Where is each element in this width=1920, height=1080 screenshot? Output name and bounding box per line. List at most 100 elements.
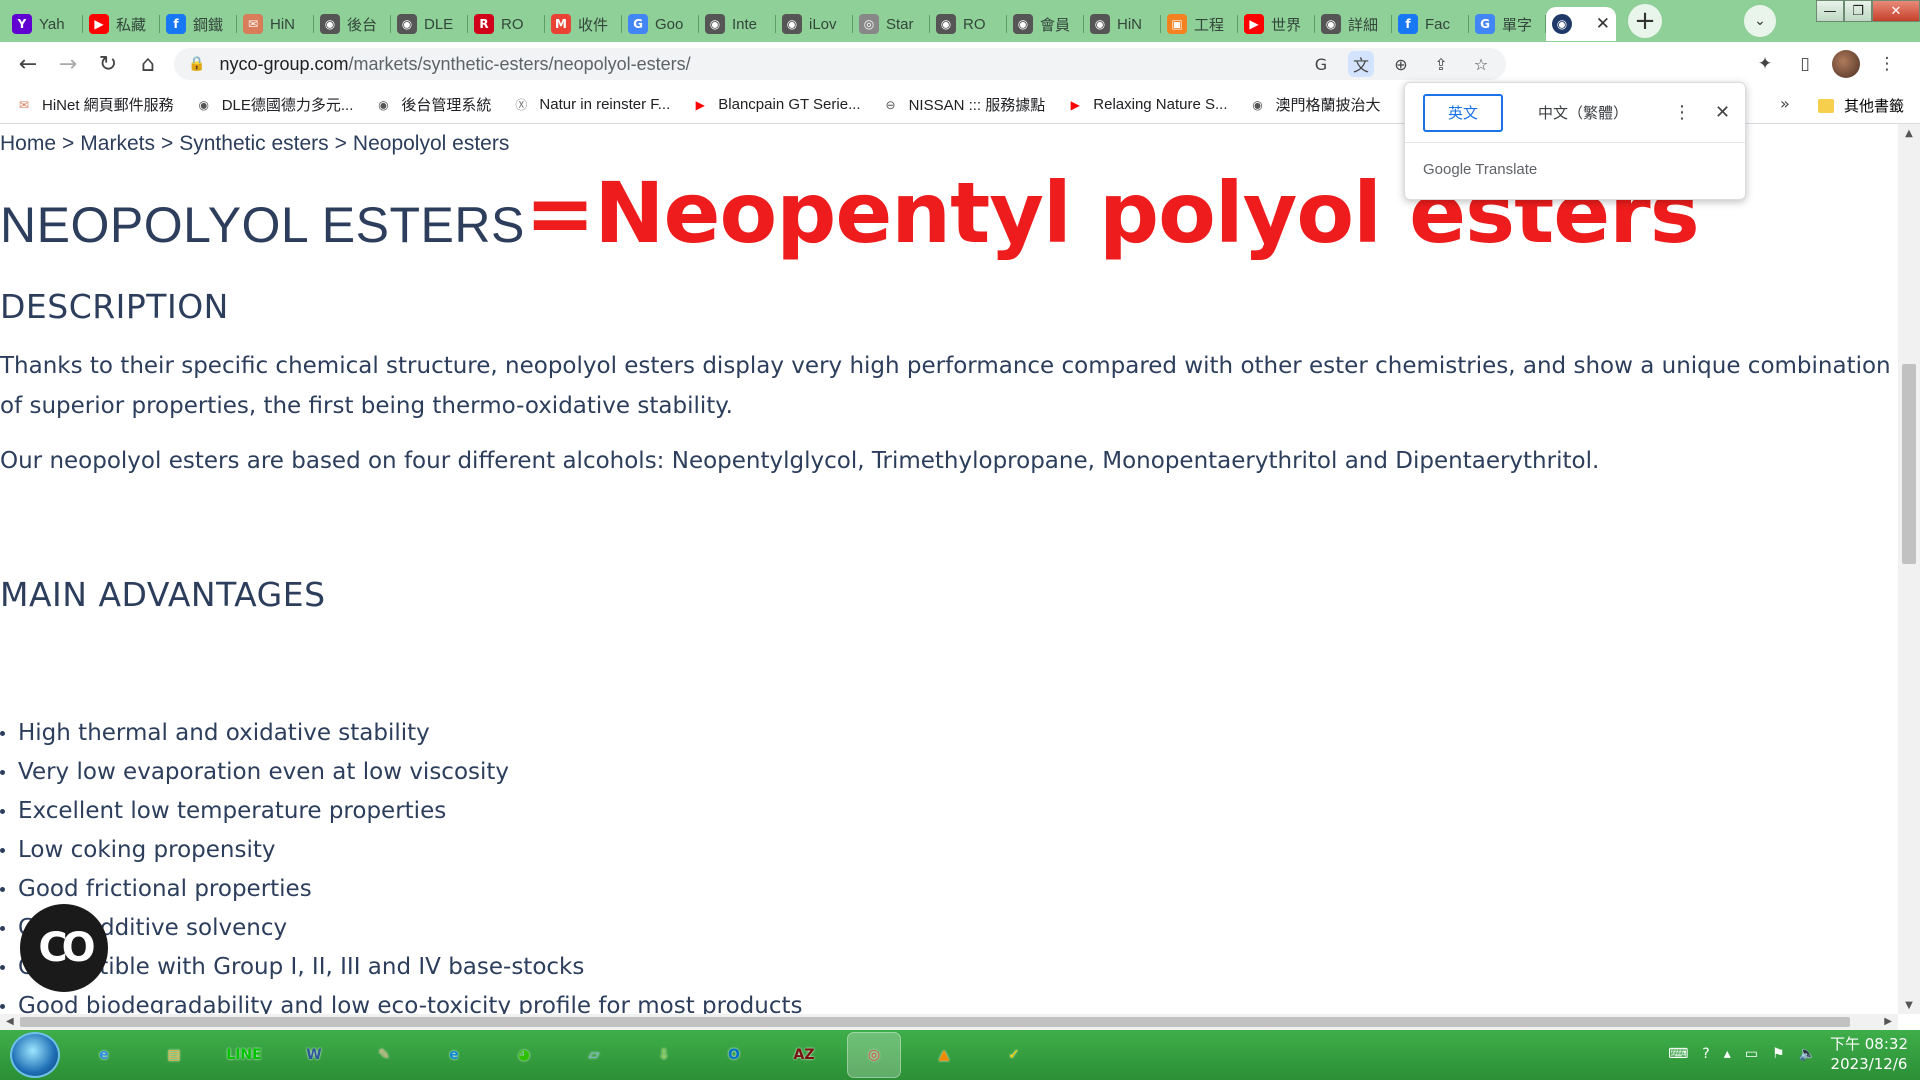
active-browser-tab[interactable]: ◉ ✕	[1546, 7, 1616, 41]
browser-tab[interactable]: ▶ 私藏	[83, 7, 160, 41]
close-icon[interactable]: ✕	[1715, 102, 1730, 123]
bookmark-item[interactable]: ⊖ NISSAN ::: 服務據點	[883, 94, 1046, 115]
breadcrumb-link[interactable]: Home	[0, 132, 56, 155]
browser-tab[interactable]: ◉ RO	[930, 7, 1007, 41]
home-button[interactable]: ⌂	[128, 46, 168, 82]
google-icon[interactable]: G	[1308, 51, 1334, 77]
scroll-left-arrow[interactable]: ◀	[6, 1014, 14, 1030]
other-bookmarks-label: 其他書籤	[1844, 98, 1905, 115]
translate-source-language[interactable]: 英文	[1423, 93, 1503, 132]
bookmark-item[interactable]: Ⓧ Natur in reinster F...	[513, 96, 670, 113]
taskbar-line-icon[interactable]: LINE	[218, 1033, 270, 1077]
tab-favicon-icon: ◉	[936, 14, 956, 34]
share-icon[interactable]: ⇪	[1428, 51, 1454, 77]
keyboard-icon[interactable]: ⌨	[1668, 1046, 1688, 1062]
scroll-right-arrow[interactable]: ▶	[1884, 1014, 1892, 1030]
breadcrumb-link[interactable]: Neopolyol esters	[353, 132, 509, 155]
browser-tab[interactable]: M 收件	[545, 7, 622, 41]
other-bookmarks[interactable]: 其他書籤	[1818, 95, 1904, 116]
browser-tab[interactable]: ◉ 會員	[1007, 7, 1084, 41]
browser-tab[interactable]: ◉ iLov	[776, 7, 853, 41]
bookmark-favicon-icon: ✉	[18, 97, 30, 112]
bookmark-item[interactable]: ▶ Blancpain GT Serie...	[692, 96, 861, 113]
start-button[interactable]	[10, 1032, 60, 1078]
bookmark-item[interactable]: ◉ DLE德國德力多元...	[196, 94, 353, 115]
reader-mode-button[interactable]: CO	[20, 904, 108, 992]
scroll-up-arrow[interactable]: ▲	[1898, 124, 1920, 142]
taskbar-norton-icon[interactable]: ✓	[988, 1033, 1040, 1077]
bookmarks-overflow-button[interactable]: »	[1780, 94, 1790, 113]
translate-target-language[interactable]: 中文（繁體）	[1517, 94, 1649, 132]
maximize-button[interactable]: ❐	[1844, 0, 1872, 22]
bookmark-item[interactable]: ✉ HiNet 網頁郵件服務	[16, 94, 174, 115]
menu-icon[interactable]: ⋮	[1874, 48, 1900, 80]
browser-tab[interactable]: G 單字	[1469, 7, 1546, 41]
bookmark-item[interactable]: ▶ Relaxing Nature S...	[1067, 96, 1228, 113]
forward-button[interactable]: →	[48, 46, 88, 82]
browser-tab[interactable]: ◎ Star	[853, 7, 930, 41]
profile-avatar[interactable]	[1832, 50, 1860, 78]
taskbar-vlc-icon[interactable]: ▲	[918, 1033, 970, 1077]
lock-icon[interactable]: 🔒	[188, 56, 205, 72]
bookmark-star-icon[interactable]: ☆	[1468, 51, 1494, 77]
breadcrumb-link[interactable]: Markets	[80, 132, 155, 155]
close-window-button[interactable]: ✕	[1872, 0, 1920, 22]
bookmark-item[interactable]: ◉ 澳門格蘭披治大	[1250, 94, 1380, 115]
taskbar-word-icon[interactable]: W	[288, 1033, 340, 1077]
browser-tab[interactable]: Y Yah	[6, 7, 83, 41]
breadcrumb-link[interactable]: Synthetic esters	[179, 132, 328, 155]
browser-tab[interactable]: ◉ 詳細	[1315, 7, 1392, 41]
translate-icon[interactable]: 文	[1348, 51, 1374, 77]
bookmark-item[interactable]: ◉ 後台管理系統	[375, 94, 491, 115]
browser-tab[interactable]: ◉ Inte	[699, 7, 776, 41]
browser-tab[interactable]: ◉ 後台	[314, 7, 391, 41]
taskbar-notes-icon[interactable]: ▱	[568, 1033, 620, 1077]
volume-icon[interactable]: 🔈	[1799, 1046, 1816, 1062]
browser-tab[interactable]: ▶ 世界	[1238, 7, 1315, 41]
reload-button[interactable]: ↻	[88, 46, 128, 82]
back-button[interactable]: ←	[8, 46, 48, 82]
taskbar-chrome-icon[interactable]: ◎	[847, 1032, 901, 1078]
taskbar-game-icon[interactable]: AZ	[778, 1033, 830, 1077]
close-tab-icon[interactable]: ✕	[1596, 14, 1610, 34]
horizontal-scroll-thumb[interactable]	[20, 1017, 1850, 1027]
taskbar-explorer-icon[interactable]: ▤	[148, 1033, 200, 1077]
browser-tab[interactable]: G Goo	[622, 7, 699, 41]
vertical-scroll-thumb[interactable]	[1902, 364, 1916, 564]
browser-tab[interactable]: f 鋼鐵	[160, 7, 237, 41]
tab-title: Fac	[1425, 15, 1451, 33]
browser-tab[interactable]: ◉ HiN	[1084, 7, 1161, 41]
browser-tab[interactable]: ✉ HiN	[237, 7, 314, 41]
bookmark-label: 後台管理系統	[401, 97, 492, 114]
horizontal-scrollbar[interactable]: ◀ ▶	[0, 1014, 1898, 1030]
tab-favicon-icon: ◉	[1013, 14, 1033, 34]
vertical-scrollbar[interactable]: ▲ ▼	[1898, 124, 1920, 1014]
taskbar-paint-icon[interactable]: ✎	[358, 1033, 410, 1077]
tab-search-button[interactable]: ⌄	[1744, 5, 1776, 37]
network-icon[interactable]: ▭	[1745, 1046, 1758, 1062]
browser-tab[interactable]: f Fac	[1392, 7, 1469, 41]
clock[interactable]: 下午 08:32 2023/12/6	[1830, 1034, 1908, 1074]
page-content: Home > Markets > Synthetic esters > Neopolyol …	[0, 124, 1898, 1014]
taskbar-download-icon[interactable]: ⇩	[638, 1033, 690, 1077]
browser-tab[interactable]: ◉ DLE	[391, 7, 468, 41]
browser-tab[interactable]: R RO	[468, 7, 545, 41]
side-panel-icon[interactable]: ▯	[1792, 48, 1818, 80]
translate-popup: 英文 中文（繁體） ⋮ ✕ Google Translate	[1404, 82, 1746, 200]
flag-icon[interactable]: ⚑	[1772, 1046, 1785, 1062]
more-options-icon[interactable]: ⋮	[1673, 102, 1691, 123]
taskbar-outlook-icon[interactable]: O	[708, 1033, 760, 1077]
zoom-icon[interactable]: ⊕	[1388, 51, 1414, 77]
taskbar-edge-icon[interactable]: e	[428, 1033, 480, 1077]
extensions-icon[interactable]: ✦	[1752, 48, 1778, 80]
minimize-button[interactable]: —	[1816, 0, 1844, 22]
address-bar[interactable]: 🔒 nyco-group.com/markets/synthetic-ester…	[174, 48, 1506, 80]
tab-favicon-icon: ◉	[705, 14, 725, 34]
scroll-down-arrow[interactable]: ▼	[1898, 996, 1920, 1014]
tray-expand-icon[interactable]: ▴	[1724, 1046, 1731, 1062]
help-icon[interactable]: ?	[1702, 1046, 1709, 1062]
taskbar-ie-icon[interactable]: e	[78, 1033, 130, 1077]
taskbar-wechat-icon[interactable]: ◕	[498, 1033, 550, 1077]
browser-tab[interactable]: ▣ 工程	[1161, 7, 1238, 41]
new-tab-button[interactable]: +	[1628, 4, 1662, 38]
